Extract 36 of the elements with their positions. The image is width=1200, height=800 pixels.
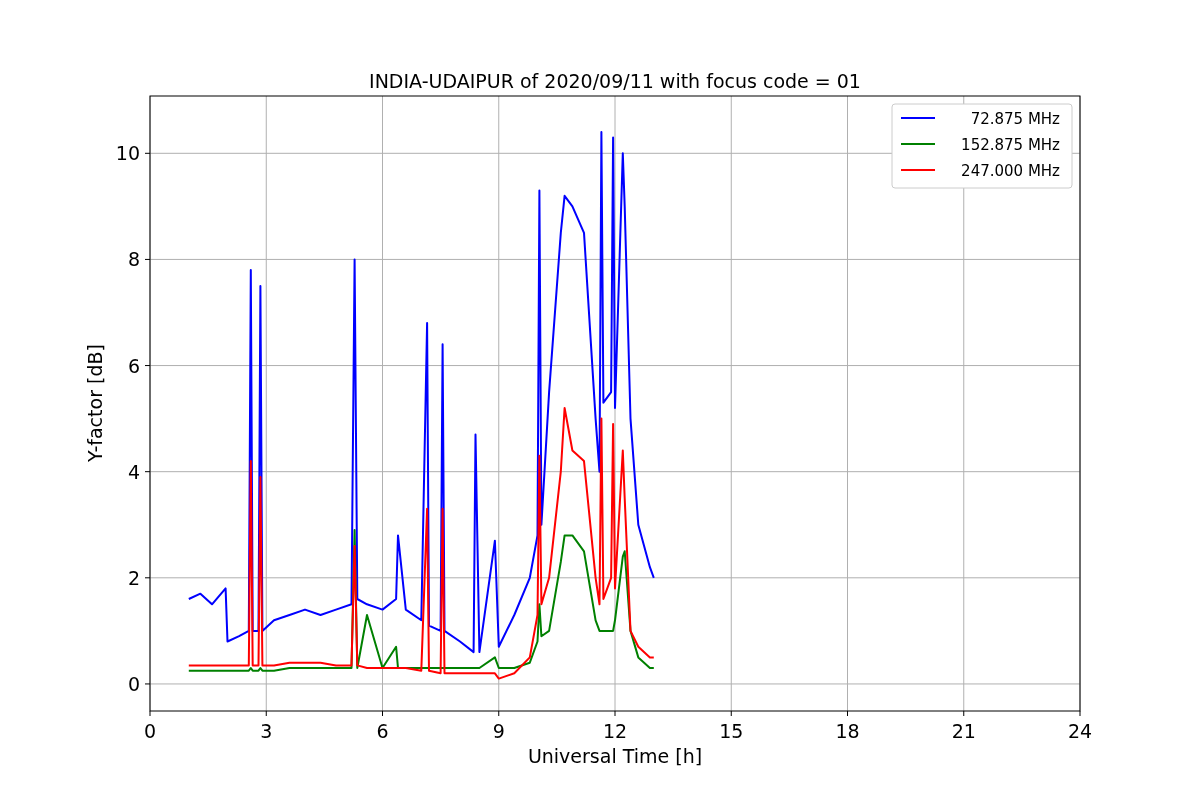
x-tick-label: 0 [143,720,157,742]
y-tick-label: 10 [115,142,140,165]
x-tick-label: 6 [376,720,389,742]
y-tick-label: 6 [127,354,140,377]
tick-mark [498,710,500,717]
x-tick-label: 18 [835,720,860,742]
tick-mark [144,365,151,367]
tick-mark [730,710,732,717]
tick-mark [1079,710,1081,717]
x-tick-label: 15 [719,720,744,742]
x-tick-label: 9 [492,720,505,742]
legend-label: 152.875 MHz [961,136,1060,154]
y-tick-label: 2 [127,566,140,589]
x-tick-label: 3 [260,720,273,742]
tick-mark [144,683,151,685]
tick-mark [144,471,151,473]
x-tick-label: 12 [602,720,628,742]
tick-mark [144,258,151,260]
x-tick-label: 24 [1067,720,1093,742]
legend-label: 72.875 MHz [970,110,1060,128]
tick-mark [847,710,848,717]
x-tick-label: 21 [951,720,976,742]
tick-mark [149,710,151,717]
y-tick-label: 0 [127,672,140,695]
tick-mark [144,577,151,579]
tick-mark [382,710,383,717]
tick-mark [614,710,616,717]
legend-label: 247.000 MHz [961,162,1060,180]
tick-mark [265,710,267,717]
tick-mark [144,152,151,154]
x-axis-label: Universal Time [h] [527,745,703,767]
y-tick-label: 8 [127,248,140,271]
tick-mark [963,710,965,717]
y-tick-label: 4 [127,460,140,483]
y-axis-label: Y-factor [dB] [83,344,106,462]
chart-title: INDIA-UDAIPUR of 2020/09/11 with focus code = 01 [369,70,861,92]
